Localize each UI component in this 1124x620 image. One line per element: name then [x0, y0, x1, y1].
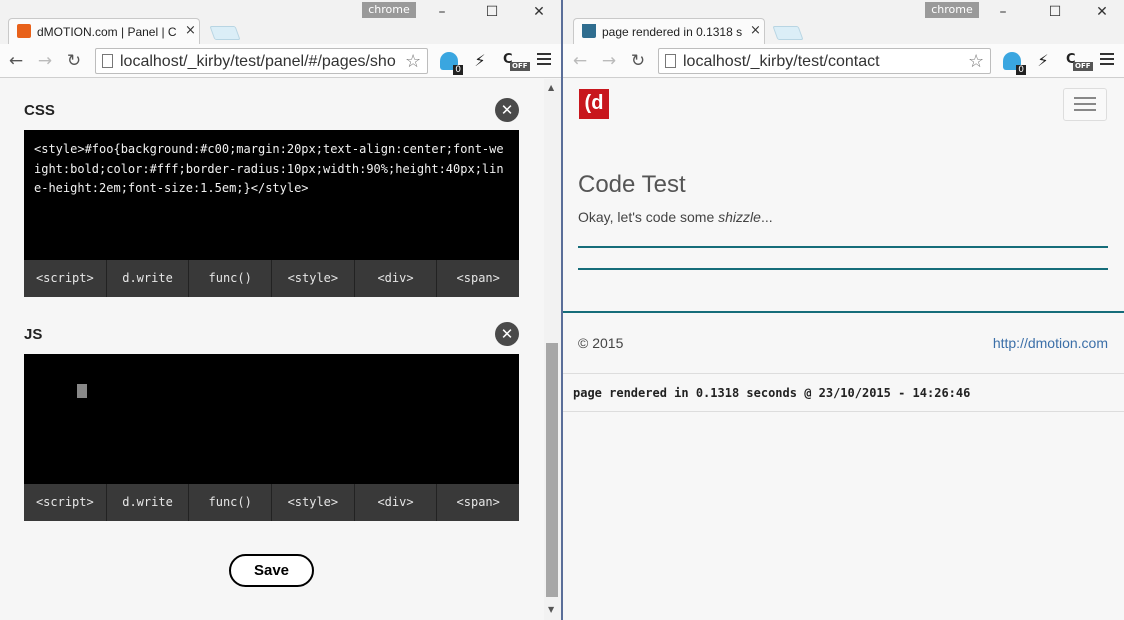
snippet-style-button[interactable]: <style> [272, 484, 355, 521]
bookmark-star-icon[interactable]: ☆ [405, 51, 421, 72]
bookmark-star-icon[interactable]: ☆ [968, 51, 984, 72]
js-remove-icon[interactable]: ✕ [495, 322, 519, 346]
scroll-down-icon[interactable]: ▼ [548, 605, 554, 614]
render-info-text: page rendered in 0.1318 seconds @ 23/10/… [573, 386, 971, 400]
title-bar: chrome – ☐ ✕ page rendered in 0.1318 s × [563, 0, 1124, 44]
snippet-div-button[interactable]: <div> [355, 260, 438, 297]
scrollbar[interactable]: ▲ ▼ [544, 79, 561, 620]
content-rule [578, 246, 1108, 248]
scroll-up-icon[interactable]: ▲ [548, 83, 554, 92]
snippet-span-button[interactable]: <span> [437, 484, 519, 521]
page-icon [102, 54, 113, 68]
bolt-extension-icon[interactable]: ⚡ [471, 52, 489, 70]
save-button[interactable]: Save [229, 554, 314, 587]
browser-menu-icon[interactable] [1100, 53, 1114, 68]
css-snippet-bar: <script> d.write func() <style> <div> <s… [24, 260, 519, 297]
cookie-off-badge: OFF [1073, 62, 1093, 71]
js-field-label: JS [24, 326, 43, 343]
url-text: localhost/_kirby/test/panel/#/pages/sho [120, 53, 396, 70]
browser-toolbar: ← → ↻ localhost/_kirby/test/contact ☆ 0 … [563, 44, 1124, 78]
snippet-dwrite-button[interactable]: d.write [107, 260, 190, 297]
browser-menu-icon[interactable] [537, 53, 551, 68]
chrome-badge: chrome [925, 2, 979, 18]
close-window-icon[interactable]: ✕ [527, 4, 551, 20]
site-page: (d Code Test Okay, let's code some shizz… [563, 79, 1124, 620]
left-browser-window: chrome – ☐ ✕ dMOTION.com | Panel | C × ←… [0, 0, 562, 620]
footer-site-link[interactable]: http://dmotion.com [993, 335, 1108, 351]
snippet-dwrite-button[interactable]: d.write [107, 484, 190, 521]
right-browser-window: chrome – ☐ ✕ page rendered in 0.1318 s ×… [563, 0, 1124, 620]
footer-copyright: © 2015 [578, 335, 624, 351]
cookie-off-badge: OFF [510, 62, 530, 71]
tab-title: page rendered in 0.1318 s [602, 25, 743, 39]
bolt-extension-icon[interactable]: ⚡ [1034, 52, 1052, 70]
page-title: Code Test [578, 171, 686, 198]
css-code-editor[interactable]: <style>#foo{background:#c00;margin:20px;… [24, 130, 519, 260]
page-text: Okay, let's code some shizzle... [578, 209, 773, 225]
snippet-div-button[interactable]: <div> [355, 484, 438, 521]
new-tab-button[interactable] [772, 26, 804, 40]
snippet-func-button[interactable]: func() [189, 484, 273, 521]
reload-icon[interactable]: ↻ [628, 51, 648, 71]
title-bar: chrome – ☐ ✕ dMOTION.com | Panel | C × [0, 0, 562, 44]
snippet-script-button[interactable]: <script> [24, 484, 107, 521]
css-remove-icon[interactable]: ✕ [495, 98, 519, 122]
reload-icon[interactable]: ↻ [64, 51, 84, 71]
forward-icon[interactable]: → [35, 51, 55, 71]
css-field-label: CSS [24, 102, 55, 119]
ghostery-count: 0 [1016, 65, 1026, 75]
address-bar[interactable]: localhost/_kirby/test/contact ☆ [658, 48, 991, 74]
cookie-extension-icon[interactable]: C OFF [1066, 52, 1093, 71]
page-icon [665, 54, 676, 68]
snippet-script-button[interactable]: <script> [24, 260, 107, 297]
js-snippet-bar: <script> d.write func() <style> <div> <s… [24, 484, 519, 521]
forward-icon[interactable]: → [599, 51, 619, 71]
tab-close-icon[interactable]: × [185, 23, 196, 38]
minimize-icon[interactable]: – [430, 4, 454, 20]
maximize-icon[interactable]: ☐ [480, 4, 504, 20]
browser-toolbar: ← → ↻ localhost/_kirby/test/panel/#/page… [0, 44, 562, 78]
render-info-box: page rendered in 0.1318 seconds @ 23/10/… [563, 373, 1124, 412]
back-icon[interactable]: ← [570, 51, 590, 71]
ghostery-count: 0 [453, 65, 463, 75]
ghostery-icon[interactable]: 0 [1003, 52, 1026, 75]
snippet-func-button[interactable]: func() [189, 260, 273, 297]
url-text: localhost/_kirby/test/contact [683, 53, 880, 70]
scroll-thumb[interactable] [546, 343, 558, 597]
footer-rule [563, 311, 1124, 313]
panel-content: CSS ✕ <style>#foo{background:#c00;margin… [0, 79, 544, 620]
text-cursor [77, 383, 88, 398]
minimize-icon[interactable]: – [991, 4, 1015, 20]
maximize-icon[interactable]: ☐ [1043, 4, 1067, 20]
snippet-style-button[interactable]: <style> [272, 260, 355, 297]
favicon-icon [17, 24, 31, 38]
snippet-span-button[interactable]: <span> [437, 260, 519, 297]
ghostery-icon[interactable]: 0 [440, 52, 463, 75]
back-icon[interactable]: ← [6, 51, 26, 71]
close-window-icon[interactable]: ✕ [1090, 4, 1114, 20]
content-rule [578, 268, 1108, 270]
address-bar[interactable]: localhost/_kirby/test/panel/#/pages/sho … [95, 48, 428, 74]
browser-tab[interactable]: dMOTION.com | Panel | C × [8, 18, 200, 44]
browser-tab[interactable]: page rendered in 0.1318 s × [573, 18, 765, 44]
chrome-badge: chrome [362, 2, 416, 18]
site-logo[interactable]: (d [579, 89, 609, 119]
favicon-icon [582, 24, 596, 38]
tab-title: dMOTION.com | Panel | C [37, 25, 177, 39]
new-tab-button[interactable] [209, 26, 241, 40]
js-code-editor[interactable] [24, 354, 519, 484]
tab-close-icon[interactable]: × [750, 23, 761, 38]
cookie-extension-icon[interactable]: C OFF [503, 52, 530, 71]
nav-toggle-button[interactable] [1063, 88, 1107, 121]
